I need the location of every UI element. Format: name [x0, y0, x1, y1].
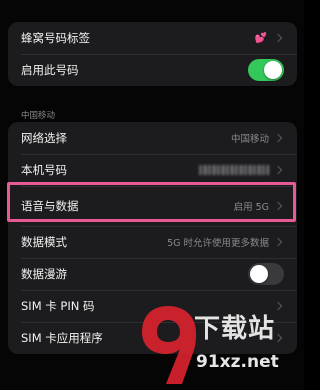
enable-number-toggle[interactable]: [248, 59, 284, 81]
enable-number-label: 启用此号码: [21, 63, 79, 77]
my-number-label: 本机号码: [21, 163, 67, 177]
chevron-right-icon: [273, 165, 283, 175]
blurred-phone-number: [199, 165, 269, 175]
highlight-annotation-box: [7, 182, 296, 222]
data-roaming-row: 数据漫游: [8, 258, 297, 290]
number-settings-group: 蜂窝号码标签 💕 启用此号码: [8, 22, 297, 86]
data-mode-label: 数据模式: [21, 235, 67, 249]
data-mode-value: 5G 时允许使用更多数据: [167, 238, 269, 249]
chevron-right-icon: [273, 133, 283, 143]
watermark-url: 91xz.net: [196, 352, 279, 372]
toggle-knob: [264, 61, 282, 79]
cellular-settings-screen: 蜂窝号码标签 💕 启用此号码 中国移动 网络选择 中国移动 本机号码 语音与数据…: [0, 0, 304, 390]
cellular-label-label: 蜂窝号码标签: [21, 31, 90, 45]
network-selection-value: 中国移动: [230, 134, 269, 145]
watermark-site-name: 下载站: [194, 314, 276, 344]
watermark-logo-icon: [142, 306, 196, 384]
data-mode-row[interactable]: 数据模式 5G 时允许使用更多数据: [8, 226, 297, 258]
data-roaming-label: 数据漫游: [21, 267, 67, 281]
network-selection-label: 网络选择: [21, 131, 67, 145]
enable-number-row: 启用此号码: [8, 54, 297, 86]
chevron-right-icon: [273, 33, 283, 43]
chevron-right-icon: [273, 237, 283, 247]
heart-tag-icon: 💕: [254, 32, 267, 44]
site-watermark: 下载站 91xz.net: [138, 302, 304, 390]
network-selection-row[interactable]: 网络选择 中国移动: [8, 122, 297, 154]
carrier-section-header: 中国移动: [21, 111, 56, 121]
toggle-knob: [250, 265, 268, 283]
data-roaming-toggle[interactable]: [248, 263, 284, 285]
cellular-label-row[interactable]: 蜂窝号码标签 💕: [8, 22, 297, 54]
